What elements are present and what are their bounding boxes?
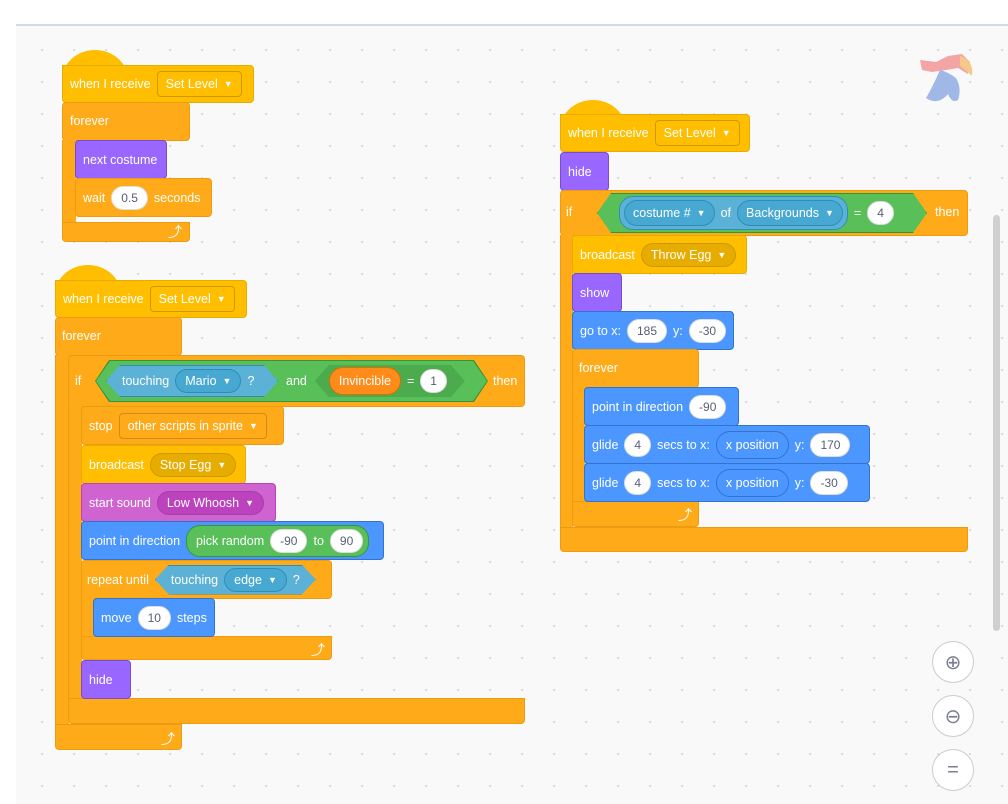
then-label: then xyxy=(493,374,518,388)
repeat-until-row: repeat until touching edge ▼ ? xyxy=(81,560,323,599)
invincible-variable[interactable]: Invincible xyxy=(329,367,401,395)
sound-dropdown[interactable]: Low Whoosh ▼ xyxy=(156,490,265,515)
y-input[interactable]: 170 xyxy=(810,432,851,457)
secs-input[interactable]: 4 xyxy=(624,432,652,457)
zoom-reset-button[interactable]: = xyxy=(932,749,974,791)
show-block[interactable]: show xyxy=(572,273,622,312)
touching-block[interactable]: touching Mario ▼ ? xyxy=(106,365,278,397)
point-in-direction-block[interactable]: point in direction pick random -90 to 90 xyxy=(81,521,384,560)
hide-block[interactable]: hide xyxy=(560,152,609,191)
pick-random-block[interactable]: pick random -90 to 90 xyxy=(186,524,370,557)
random-from-input[interactable]: -90 xyxy=(270,528,308,553)
y-input[interactable]: -30 xyxy=(688,318,727,343)
direction-input[interactable]: -90 xyxy=(689,394,727,419)
block-label: forever xyxy=(579,361,618,375)
equals-operator[interactable]: costume # ▼ of Backgrounds ▼ = 4 xyxy=(597,193,927,233)
x-position-reporter[interactable]: x position xyxy=(715,468,789,497)
wait-block[interactable]: wait 0.5 seconds xyxy=(75,178,212,217)
sprite-parrot-icon xyxy=(920,54,973,102)
secs-input[interactable]: 4 xyxy=(624,470,652,495)
caret-down-icon: ▼ xyxy=(216,294,226,304)
loop-arrow-icon: ⤴ xyxy=(311,642,325,658)
zoom-out-icon: ⊖ xyxy=(944,705,962,728)
if-label: if xyxy=(75,374,82,388)
seconds-input[interactable]: 0.5 xyxy=(111,185,148,210)
point-in-direction-block[interactable]: point in direction -90 xyxy=(584,387,739,426)
equals-value-input[interactable]: 4 xyxy=(867,201,894,225)
message-dropdown[interactable]: Set Level ▼ xyxy=(654,120,740,146)
when-i-receive-block[interactable]: when I receive Set Level ▼ xyxy=(560,114,750,152)
touching-dropdown[interactable]: Mario ▼ xyxy=(175,369,241,393)
y-input[interactable]: -30 xyxy=(810,470,848,495)
start-sound-block[interactable]: start sound Low Whoosh ▼ xyxy=(81,483,276,522)
loop-arrow-icon: ⤴ xyxy=(168,224,182,240)
stop-block[interactable]: stop other scripts in sprite ▼ xyxy=(81,406,284,445)
forever-arm xyxy=(62,140,76,224)
broadcast-block[interactable]: broadcast Stop Egg ▼ xyxy=(81,445,246,484)
and-operator-body: touching Mario ▼ ? and Invincible = 1 xyxy=(96,361,487,401)
vertical-scrollbar[interactable] xyxy=(993,215,1000,631)
when-i-receive-block[interactable]: when I receive Set Level ▼ xyxy=(55,280,247,318)
if-bottom xyxy=(68,698,525,724)
repeat-bottom xyxy=(81,636,332,660)
equals-value-input[interactable]: 1 xyxy=(420,369,447,393)
attribute-dropdown[interactable]: costume # ▼ xyxy=(624,200,715,226)
move-block[interactable]: move 10 steps xyxy=(93,598,215,637)
zoom-out-button[interactable]: ⊖ xyxy=(932,695,974,737)
loop-arrow-icon: ⤴ xyxy=(161,731,175,747)
when-i-receive-block[interactable]: when I receive Set Level ▼ xyxy=(62,65,254,103)
block-label: forever xyxy=(62,329,101,343)
glide-block[interactable]: glide 4 secs to x: x position y: 170 xyxy=(584,425,870,464)
glide-block[interactable]: glide 4 secs to x: x position y: -30 xyxy=(584,463,870,502)
broadcast-block[interactable]: broadcast Throw Egg ▼ xyxy=(572,235,747,274)
x-input[interactable]: 185 xyxy=(627,318,668,343)
message-dropdown[interactable]: Set Level ▼ xyxy=(156,71,242,97)
go-to-xy-block[interactable]: go to x: 185 y: -30 xyxy=(572,311,734,350)
steps-input[interactable]: 10 xyxy=(137,605,171,630)
sprite-dropdown[interactable]: Backgrounds ▼ xyxy=(737,200,843,226)
forever-arm xyxy=(55,355,69,732)
hide-block[interactable]: hide xyxy=(81,660,131,699)
random-to-input[interactable]: 90 xyxy=(329,528,364,553)
touching-dropdown[interactable]: edge ▼ xyxy=(224,568,287,592)
broadcast-dropdown[interactable]: Stop Egg ▼ xyxy=(149,452,237,477)
and-label: and xyxy=(286,374,307,388)
equals-operator[interactable]: Invincible = 1 xyxy=(315,365,465,397)
if-bottom xyxy=(560,527,968,552)
of-block[interactable]: costume # ▼ of Backgrounds ▼ xyxy=(619,196,848,230)
block-label: forever xyxy=(70,114,109,128)
zoom-in-button[interactable]: ⊕ xyxy=(932,641,974,683)
if-label: if xyxy=(566,205,573,219)
then-label: then xyxy=(935,205,960,219)
caret-down-icon: ▼ xyxy=(223,79,233,89)
stop-dropdown[interactable]: other scripts in sprite ▼ xyxy=(118,412,267,439)
loop-arrow-icon: ⤴ xyxy=(678,507,692,523)
broadcast-dropdown[interactable]: Throw Egg ▼ xyxy=(640,242,737,267)
block-label: when I receive xyxy=(70,77,151,91)
zoom-reset-icon: = xyxy=(947,758,959,781)
touching-block[interactable]: touching edge ▼ ? xyxy=(155,565,316,595)
zoom-in-icon: ⊕ xyxy=(944,651,962,674)
x-position-reporter[interactable]: x position xyxy=(715,430,789,459)
if-arm xyxy=(68,406,82,700)
next-costume-block[interactable]: next costume xyxy=(75,140,167,179)
message-dropdown[interactable]: Set Level ▼ xyxy=(149,286,235,312)
